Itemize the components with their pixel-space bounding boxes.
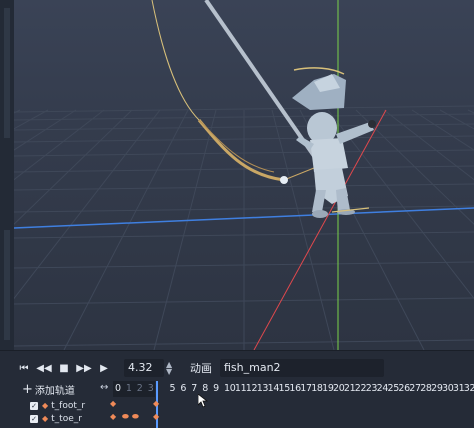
ruler-tick-label: 8 — [202, 383, 208, 394]
ruler-tick-label: 12 — [245, 383, 258, 394]
keyframe-track-icon: ◆ — [42, 401, 49, 410]
animation-name-field[interactable]: fish_man2 — [220, 359, 384, 377]
track-row[interactable]: ✓ ◆ t_foot_r — [30, 399, 85, 412]
track-keyframe-lane[interactable]: ◆ ◆ — [100, 399, 474, 412]
mouse-cursor-icon — [198, 394, 208, 408]
ruler-tick-label: 27 — [409, 383, 421, 394]
ruler-tick-label: 3 — [147, 383, 154, 394]
left-dock-strip — [0, 0, 14, 350]
ruler-tick-label: 1 — [125, 383, 132, 394]
add-track-label: 添加轨道 — [34, 386, 75, 397]
play-backwards-icon[interactable]: ◀◀ — [34, 358, 54, 378]
track-label: t_toe_r — [51, 413, 82, 424]
track-enable-checkbox[interactable]: ✓ — [30, 401, 38, 410]
play-from-current-icon[interactable]: ▶▶ — [74, 358, 94, 378]
play-icon[interactable]: ▶ — [94, 358, 114, 378]
plus-icon: + — [22, 382, 33, 397]
animation-menu-button[interactable]: 动画 — [190, 360, 212, 376]
ruler-tick-label: 7 — [191, 383, 198, 394]
ruler-tick-label: 30 — [442, 383, 454, 394]
ruler-tick-label: 9 — [213, 383, 219, 394]
stop-icon[interactable]: ■ — [54, 358, 74, 378]
bobber — [280, 176, 288, 184]
ruler-tick-label: 6 — [180, 383, 187, 394]
timeline-ruler[interactable]: 0 1 2 3 5 6 7 8 9 10 11 12 13 14 15 16 17 18 19 20 21 22 23 24 2… — [113, 381, 474, 397]
ruler-tick-label: 22 — [354, 383, 367, 394]
track-keyframe-lane[interactable]: ◆ ⬬ ⬬ ◆ — [100, 412, 474, 425]
ruler-tick-label: 2 — [136, 383, 143, 394]
ruler-tick-label: 18 — [311, 383, 323, 394]
rewind-icon[interactable]: ⏮ — [14, 358, 34, 378]
ruler-tick-label: 24 — [376, 383, 389, 394]
add-track-button[interactable]: + 添加轨道 — [22, 382, 75, 397]
keyframe[interactable]: ◆ — [110, 412, 116, 421]
ruler-tick-label: 10 — [224, 383, 236, 394]
spin-down-icon[interactable]: ▼ — [166, 368, 176, 376]
ruler-tick-label: 16 — [289, 383, 301, 394]
ruler-tick-label: 29 — [431, 383, 443, 394]
ruler-tick-label: 19 — [322, 383, 334, 394]
ruler-tick-label: 21 — [343, 383, 356, 394]
ruler-tick-label: 0 — [115, 383, 121, 394]
ruler-tick-label: 25 — [387, 383, 400, 394]
ruler-tick-label: 28 — [420, 383, 432, 394]
ruler-tick-label: 31 — [452, 383, 465, 394]
track-label: t_foot_r — [51, 400, 86, 411]
ruler-tick-label: 20 — [333, 383, 345, 394]
3d-viewport[interactable] — [14, 0, 474, 350]
ruler-tick-label: 11 — [234, 383, 247, 394]
time-spinner[interactable]: ▲ ▼ — [166, 361, 176, 376]
left-dock-tab[interactable] — [4, 8, 10, 138]
ruler-tick-label: 17 — [300, 383, 312, 394]
ruler-tick-label: 26 — [398, 383, 410, 394]
keyframe[interactable]: ⬬ — [122, 412, 129, 422]
ruler-tick-label: 5 — [169, 383, 176, 394]
ruler-tick-label: 32 — [463, 383, 474, 394]
timeline-zoom-icon[interactable]: ↔ — [100, 382, 108, 393]
ruler-tick-label: 15 — [278, 383, 291, 394]
left-dock-tab-2[interactable] — [4, 230, 10, 340]
keyframe[interactable]: ◆ — [153, 399, 159, 408]
animation-panel: ⏮ ◀◀ ■ ▶▶ ▶ 4.32 ▲ ▼ 动画 fish_man2 + 添加轨道… — [0, 350, 474, 428]
track-enable-checkbox[interactable]: ✓ — [30, 414, 38, 423]
keyframe-track-icon: ◆ — [42, 414, 49, 423]
animation-toolbar: ⏮ ◀◀ ■ ▶▶ ▶ 4.32 ▲ ▼ 动画 fish_man2 — [14, 357, 384, 379]
time-position-input[interactable]: 4.32 — [124, 359, 164, 377]
ruler-tick-label: 13 — [256, 383, 269, 394]
scene-canvas — [14, 0, 474, 350]
track-row[interactable]: ✓ ◆ t_toe_r — [30, 412, 82, 425]
keyframe[interactable]: ◆ — [110, 399, 116, 408]
ruler-tick-label: 14 — [267, 383, 280, 394]
keyframe[interactable]: ◆ — [153, 412, 159, 421]
ruler-tick-label: 23 — [365, 383, 378, 394]
keyframe[interactable]: ⬬ — [132, 412, 139, 422]
